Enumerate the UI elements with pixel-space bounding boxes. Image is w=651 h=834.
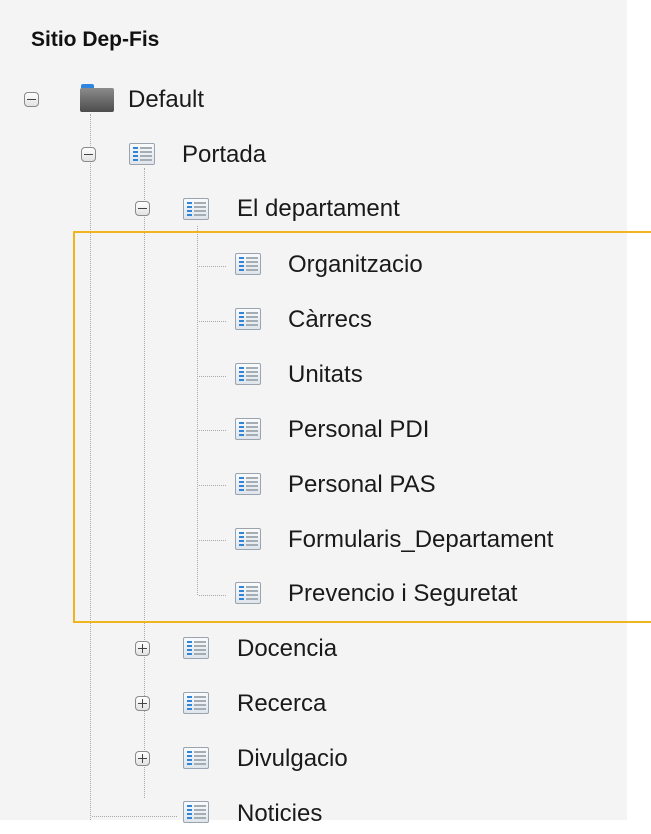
tree-node-label[interactable]: Divulgacio [237, 739, 348, 779]
tree-connector [92, 816, 177, 817]
collapse-toggle-icon[interactable] [81, 147, 96, 162]
tree-title: Sitio Dep-Fis [31, 28, 160, 51]
tree-node-label[interactable]: Docencia [237, 629, 337, 669]
tree-node-label[interactable]: Recerca [237, 684, 326, 724]
expand-toggle-icon[interactable] [135, 696, 150, 711]
folder-icon [80, 84, 114, 112]
expand-toggle-icon[interactable] [135, 641, 150, 656]
page-icon [129, 143, 155, 165]
selection-highlight-frame [73, 231, 651, 623]
page-icon [183, 692, 209, 714]
tree-node-label[interactable]: Default [128, 80, 204, 120]
tree-node-label[interactable]: Noticies [237, 794, 322, 834]
page-icon [183, 198, 209, 220]
collapse-toggle-icon[interactable] [135, 201, 150, 216]
tree-node-label[interactable]: Portada [182, 135, 266, 175]
tree-node-label[interactable]: El departament [237, 189, 400, 229]
expand-toggle-icon[interactable] [135, 751, 150, 766]
page-icon [183, 747, 209, 769]
collapse-toggle-icon[interactable] [24, 92, 39, 107]
page-icon [183, 637, 209, 659]
